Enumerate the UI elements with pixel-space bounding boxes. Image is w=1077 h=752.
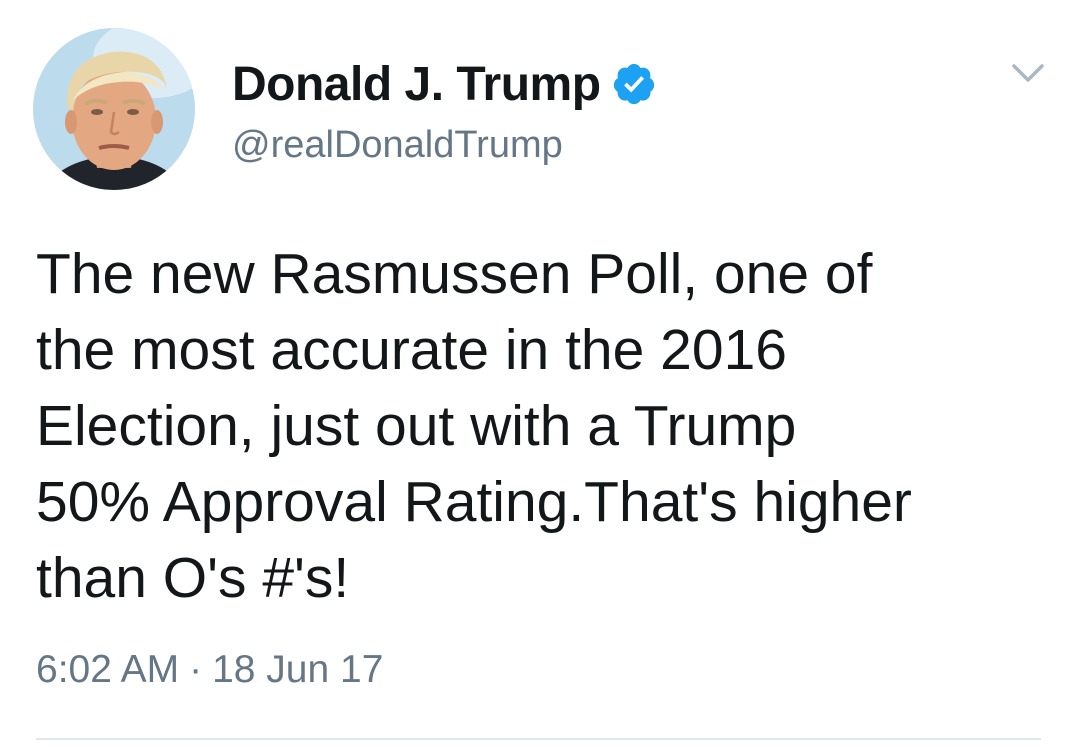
tweet-card: Donald J. Trump @realDonaldTrump The new… [0, 0, 1077, 752]
tweet-time: 6:02 AM [36, 648, 180, 691]
username[interactable]: @realDonaldTrump [232, 124, 563, 167]
avatar-portrait [33, 28, 195, 190]
verified-badge-icon [611, 61, 657, 107]
chevron-down-icon[interactable] [1008, 58, 1048, 88]
timestamp-separator: · [189, 648, 203, 691]
author-name-row[interactable]: Donald J. Trump [232, 54, 657, 114]
display-name[interactable]: Donald J. Trump [232, 57, 601, 112]
tweet-text: The new Rasmussen Poll, one of the most … [36, 242, 912, 610]
timestamp[interactable]: 6:02 AM · 18 Jun 17 [36, 648, 383, 692]
avatar[interactable] [33, 28, 195, 190]
tweet-date: 18 Jun 17 [212, 648, 384, 691]
divider [36, 738, 1041, 740]
